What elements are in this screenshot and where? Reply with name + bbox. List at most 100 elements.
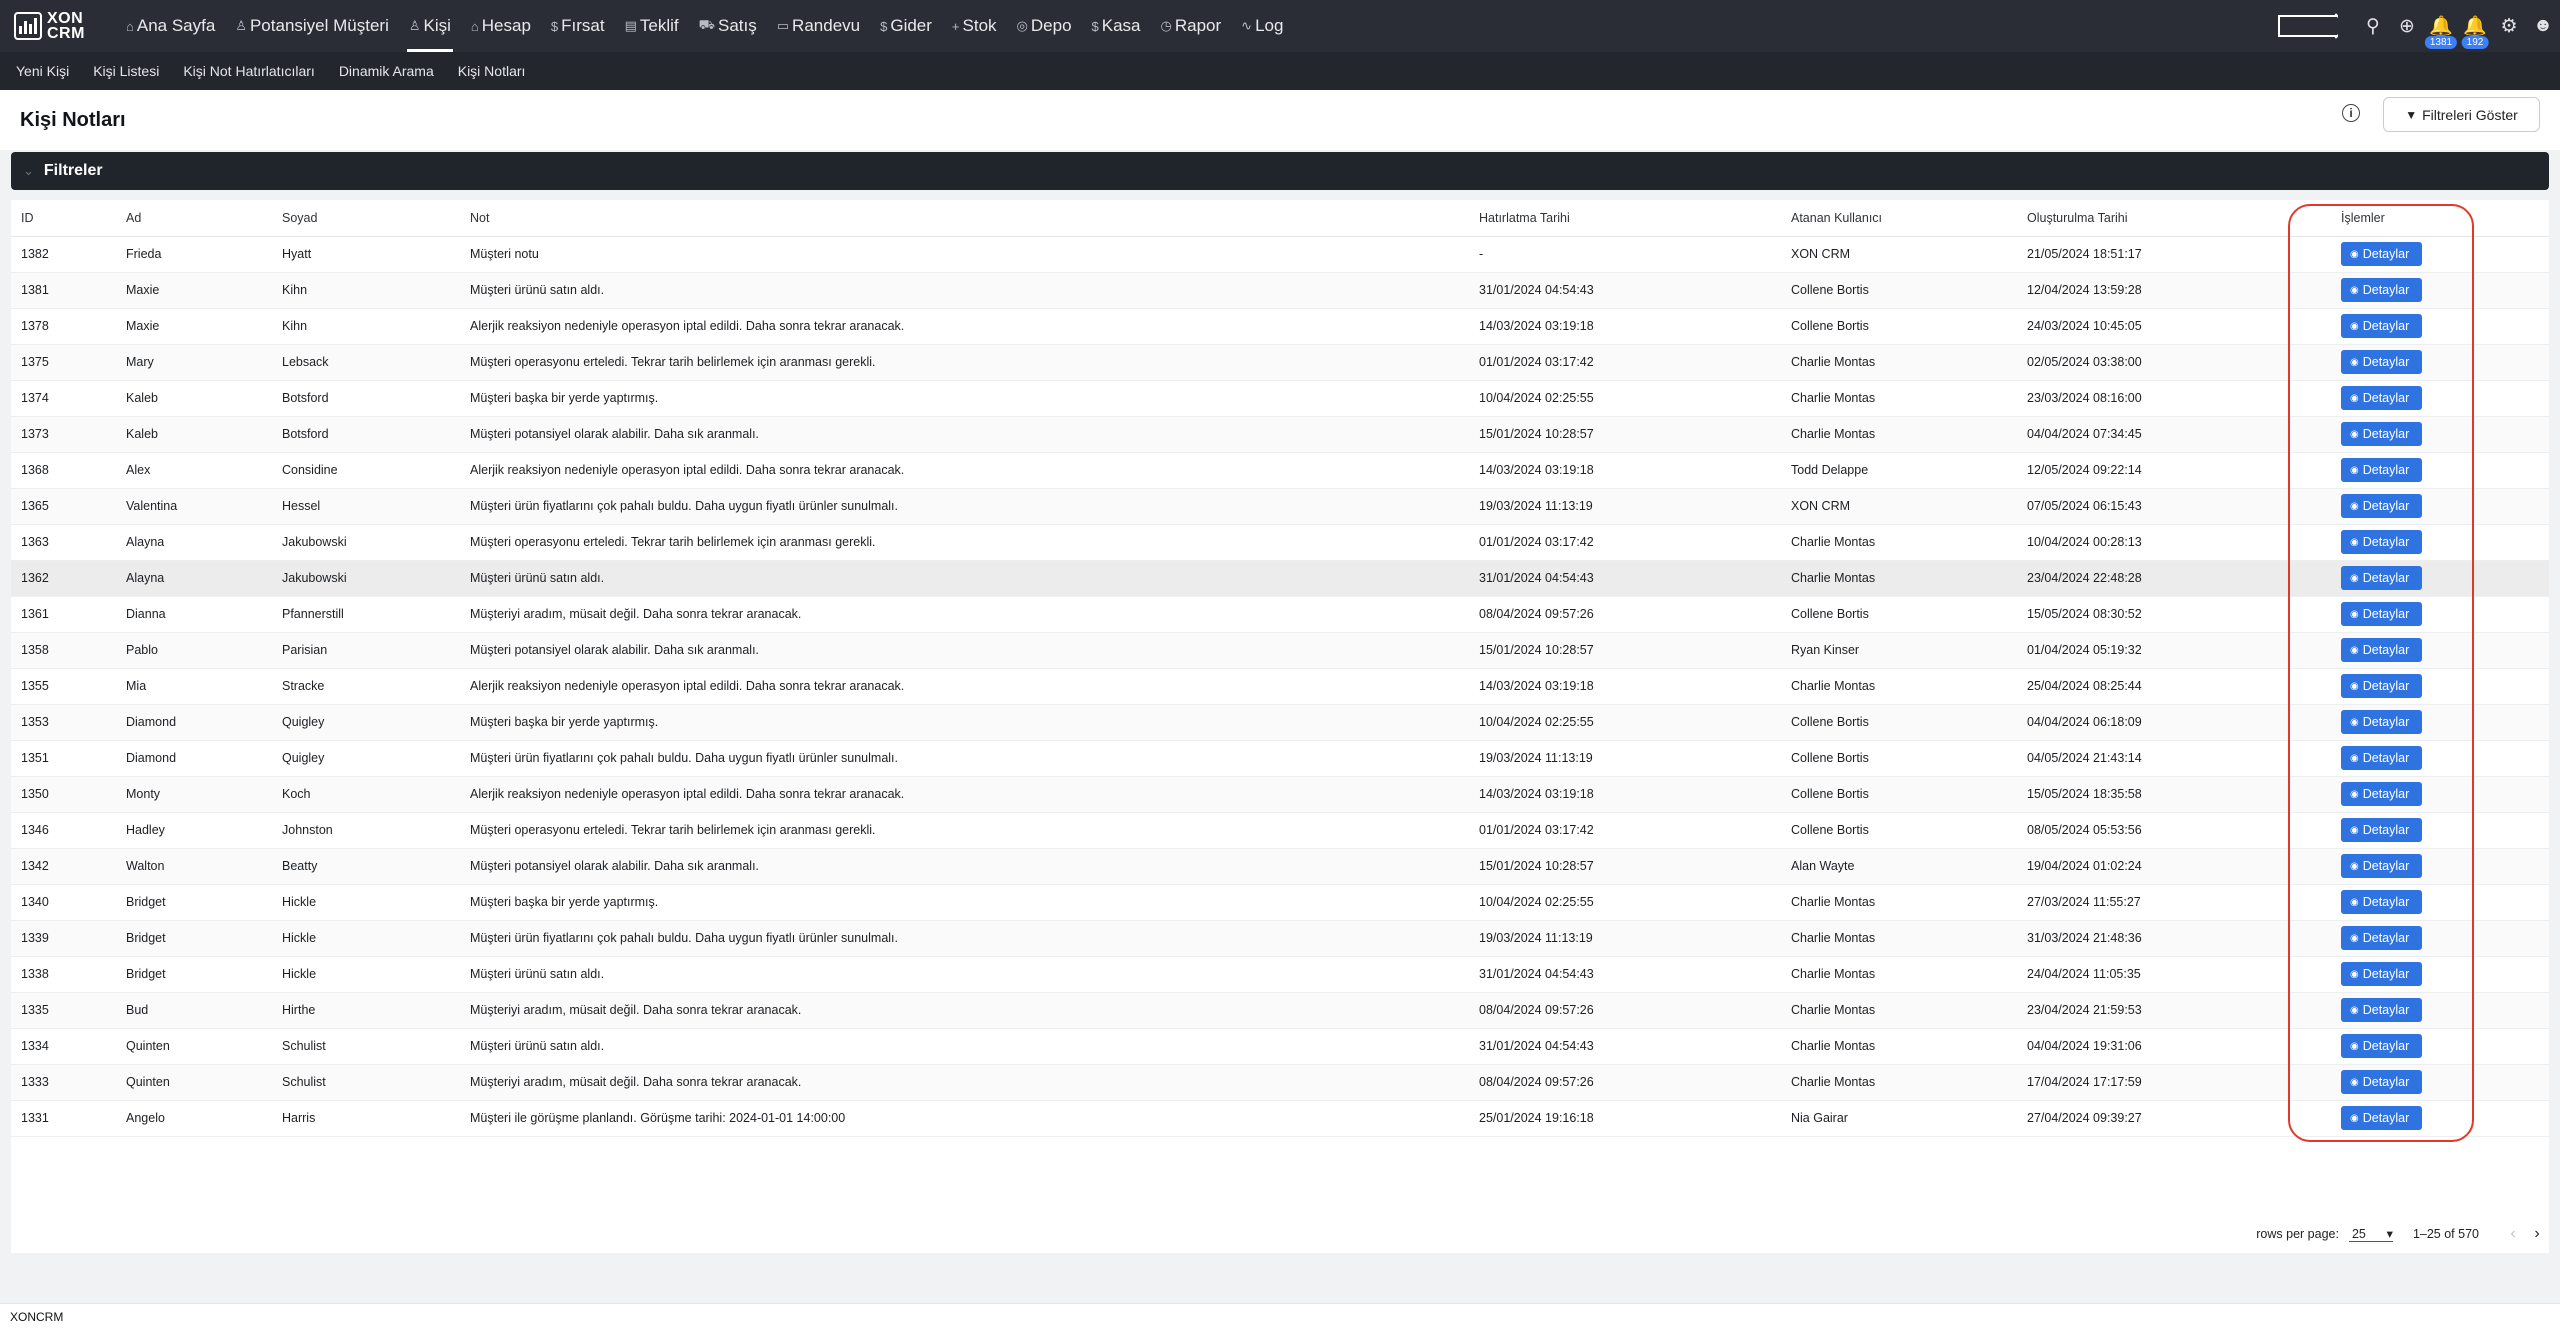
- column-header[interactable]: Not: [460, 200, 1469, 237]
- details-button[interactable]: ◉ Detaylar: [2341, 314, 2422, 338]
- table-row[interactable]: 1339 Bridget Hickle Müşteri ürün fiyatların…: [11, 920, 2549, 957]
- details-button[interactable]: ◉ Detaylar: [2341, 854, 2422, 878]
- table-row[interactable]: 1374 Kaleb Botsford Müşteri başka bir yerde…: [11, 380, 2549, 417]
- details-button[interactable]: ◉ Detaylar: [2341, 242, 2422, 266]
- settings-gear-icon[interactable]: ⚙: [2492, 0, 2526, 52]
- nav-item-5[interactable]: ▤ Teklif: [615, 0, 689, 52]
- table-row[interactable]: 1338 Bridget Hickle Müşteri ürünü satın ald…: [11, 956, 2549, 993]
- table-row[interactable]: 1361 Dianna Pfannerstill Müşteriyi aradım, …: [11, 596, 2549, 633]
- cell-created-date: 02/05/2024 03:38:00: [2017, 344, 2331, 381]
- nav-item-9[interactable]: + Stok: [942, 0, 1007, 52]
- next-page-icon[interactable]: ›: [2525, 1225, 2549, 1243]
- table-row[interactable]: 1363 Alayna Jakubowski Müşteri operasyonu e…: [11, 524, 2549, 561]
- notification-bell-icon[interactable]: 🔔 1381: [2424, 0, 2458, 52]
- details-button[interactable]: ◉ Detaylar: [2341, 422, 2422, 446]
- cell-actions: ◉ Detaylar: [2331, 992, 2549, 1029]
- reminder-bell-icon[interactable]: 🔔 192: [2458, 0, 2492, 52]
- table-row[interactable]: 1334 Quinten Schulist Müşteri ürünü satın a…: [11, 1028, 2549, 1065]
- details-button[interactable]: ◉ Detaylar: [2341, 674, 2422, 698]
- nav-item-13[interactable]: ∿ Log: [1231, 0, 1293, 52]
- column-header[interactable]: İşlemler: [2331, 200, 2549, 237]
- add-circle-icon[interactable]: ⊕: [2390, 0, 2424, 52]
- table-row[interactable]: 1331 Angelo Harris Müşteri ile görüşme plan…: [11, 1100, 2549, 1137]
- show-filters-button[interactable]: ▼ Filtreleri Göster: [2383, 97, 2540, 132]
- table-row[interactable]: 1353 Diamond Quigley Müşteri başka bir yerd…: [11, 704, 2549, 741]
- user-profile-icon[interactable]: ☻: [2526, 0, 2560, 52]
- column-header[interactable]: ID: [11, 200, 116, 237]
- table-row[interactable]: 1368 Alex Considine Alerjik reaksiyon neden…: [11, 452, 2549, 489]
- details-button[interactable]: ◉ Detaylar: [2341, 530, 2422, 554]
- cell-reminder-date: 08/04/2024 09:57:26: [1469, 1064, 1781, 1101]
- table-row[interactable]: 1355 Mia Stracke Alerjik reaksiyon nedeniyl…: [11, 668, 2549, 705]
- table-row[interactable]: 1358 Pablo Parisian Müşteri potansiyel olar…: [11, 632, 2549, 669]
- cell-reminder-date: 01/01/2024 03:17:42: [1469, 812, 1781, 849]
- details-button[interactable]: ◉ Detaylar: [2341, 602, 2422, 626]
- details-button[interactable]: ◉ Detaylar: [2341, 1034, 2422, 1058]
- previous-page-icon[interactable]: ‹: [2501, 1225, 2525, 1243]
- details-button[interactable]: ◉ Detaylar: [2341, 890, 2422, 914]
- column-header[interactable]: Hatırlatma Tarihi: [1469, 200, 1781, 237]
- table-row[interactable]: 1381 Maxie Kihn Müşteri ürünü satın aldı. 31…: [11, 272, 2549, 309]
- nav-item-6[interactable]: ⛟ Satış: [689, 0, 767, 52]
- details-button[interactable]: ◉ Detaylar: [2341, 566, 2422, 590]
- details-button[interactable]: ◉ Detaylar: [2341, 962, 2422, 986]
- nav-item-10[interactable]: ◎ Depo: [1007, 0, 1082, 52]
- details-button[interactable]: ◉ Detaylar: [2341, 998, 2422, 1022]
- details-button[interactable]: ◉ Detaylar: [2341, 278, 2422, 302]
- column-header[interactable]: Atanan Kullanıcı: [1781, 200, 2017, 237]
- table-row[interactable]: 1346 Hadley Johnston Müşteri operasyonu ert…: [11, 812, 2549, 849]
- filters-panel-header[interactable]: ⌄ Filtreler: [11, 152, 2549, 190]
- details-button[interactable]: ◉ Detaylar: [2341, 782, 2422, 806]
- forward-arrow-icon[interactable]: [2278, 13, 2350, 39]
- nav-item-1[interactable]: ♙ Potansiyel Müşteri: [225, 0, 399, 52]
- eye-icon: ◉: [2350, 248, 2359, 260]
- details-button[interactable]: ◉ Detaylar: [2341, 1106, 2422, 1130]
- nav-item-12[interactable]: ◷ Rapor: [1151, 0, 1232, 52]
- subnav-item-3[interactable]: Dinamik Arama: [327, 63, 446, 79]
- nav-item-8[interactable]: $ Gider: [870, 0, 942, 52]
- details-button[interactable]: ◉ Detaylar: [2341, 350, 2422, 374]
- details-button[interactable]: ◉ Detaylar: [2341, 386, 2422, 410]
- nav-item-7[interactable]: ▭ Randevu: [767, 0, 870, 52]
- subnav-item-1[interactable]: Kişi Listesi: [81, 63, 171, 79]
- column-header[interactable]: Ad: [116, 200, 272, 237]
- details-button[interactable]: ◉ Detaylar: [2341, 818, 2422, 842]
- table-row[interactable]: 1333 Quinten Schulist Müşteriyi aradım, müs…: [11, 1064, 2549, 1101]
- cell-reminder-date: 25/01/2024 19:16:18: [1469, 1100, 1781, 1137]
- details-button[interactable]: ◉ Detaylar: [2341, 1070, 2422, 1094]
- nav-item-4[interactable]: $ Fırsat: [541, 0, 615, 52]
- cell-note: Müşteri başka bir yerde yaptırmış.: [460, 704, 1469, 741]
- details-label: Detaylar: [2362, 859, 2410, 873]
- table-row[interactable]: 1375 Mary Lebsack Müşteri operasyonu ertele…: [11, 344, 2549, 381]
- subnav-item-4[interactable]: Kişi Notları: [446, 63, 538, 79]
- table-row[interactable]: 1362 Alayna Jakubowski Müşteri ürünü satın …: [11, 560, 2549, 597]
- table-row[interactable]: 1365 Valentina Hessel Müşteri ürün fiyatlar…: [11, 488, 2549, 525]
- nav-item-2[interactable]: ♙ Kişi: [399, 0, 461, 52]
- table-row[interactable]: 1382 Frieda Hyatt Müşteri notu - XON CRM 21/05…: [11, 236, 2549, 273]
- nav-item-0[interactable]: ⌂ Ana Sayfa: [116, 0, 225, 52]
- subnav-item-0[interactable]: Yeni Kişi: [4, 63, 81, 79]
- table-row[interactable]: 1350 Monty Koch Alerjik reaksiyon nedeniyle…: [11, 776, 2549, 813]
- column-header[interactable]: Soyad: [272, 200, 460, 237]
- details-button[interactable]: ◉ Detaylar: [2341, 746, 2422, 770]
- details-button[interactable]: ◉ Detaylar: [2341, 458, 2422, 482]
- table-row[interactable]: 1373 Kaleb Botsford Müşteri potansiyel olar…: [11, 416, 2549, 453]
- app-logo[interactable]: XON CRM: [14, 11, 106, 42]
- details-button[interactable]: ◉ Detaylar: [2341, 926, 2422, 950]
- table-row[interactable]: 1351 Diamond Quigley Müşteri ürün fiyatları…: [11, 740, 2549, 777]
- search-icon[interactable]: ⚲: [2356, 0, 2390, 52]
- subnav-item-2[interactable]: Kişi Not Hatırlatıcıları: [171, 63, 326, 79]
- table-row[interactable]: 1335 Bud Hirthe Müşteriyi aradım, müsait de…: [11, 992, 2549, 1029]
- column-header[interactable]: Oluşturulma Tarihi: [2017, 200, 2331, 237]
- nav-item-11[interactable]: $ Kasa: [1082, 0, 1151, 52]
- details-button[interactable]: ◉ Detaylar: [2341, 710, 2422, 734]
- table-row[interactable]: 1342 Walton Beatty Müşteri potansiyel olara…: [11, 848, 2549, 885]
- nav-label: Kişi: [423, 16, 451, 35]
- details-button[interactable]: ◉ Detaylar: [2341, 494, 2422, 518]
- info-icon[interactable]: i: [2342, 104, 2360, 122]
- rows-per-page-select[interactable]: 25 ▾: [2348, 1226, 2393, 1242]
- table-row[interactable]: 1378 Maxie Kihn Alerjik reaksiyon nedeniyle…: [11, 308, 2549, 345]
- table-row[interactable]: 1340 Bridget Hickle Müşteri başka bir yerde…: [11, 884, 2549, 921]
- nav-item-3[interactable]: ⌂ Hesap: [461, 0, 541, 52]
- details-button[interactable]: ◉ Detaylar: [2341, 638, 2422, 662]
